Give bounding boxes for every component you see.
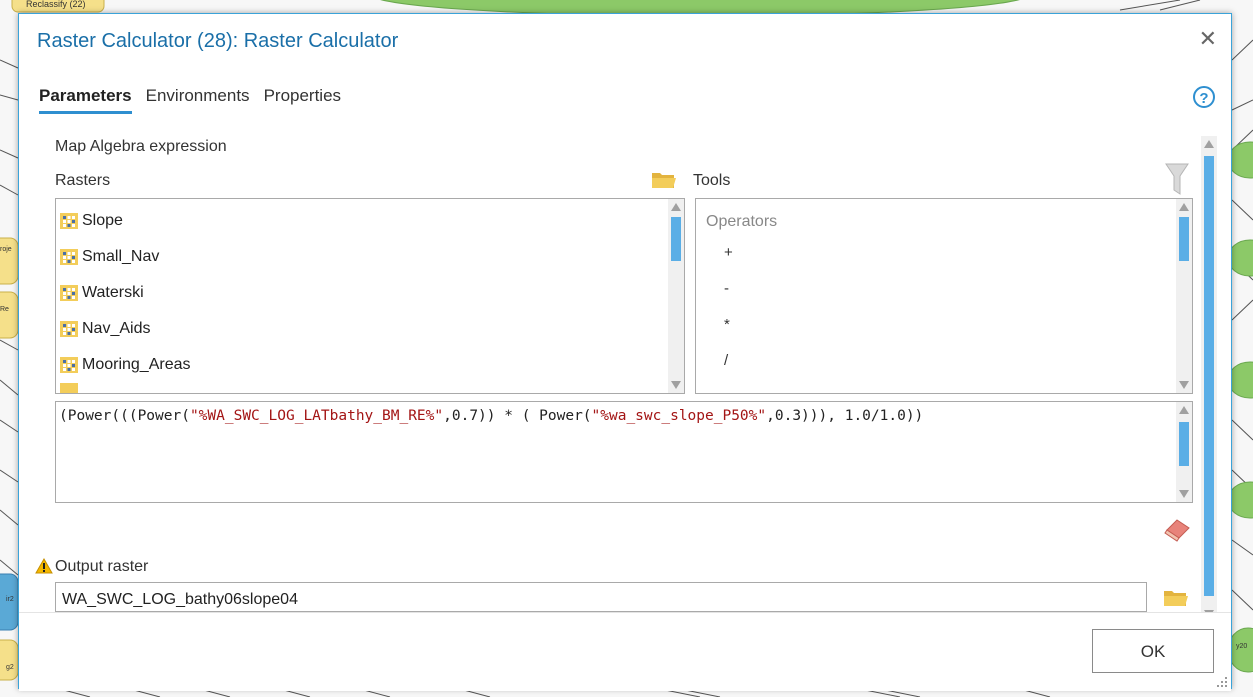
model-node-label: ir2	[6, 596, 14, 603]
dialog-title: Raster Calculator (28): Raster Calculato…	[37, 30, 399, 52]
folder-icon[interactable]	[1163, 588, 1189, 608]
model-node-yellow	[0, 237, 19, 285]
scroll-down-icon[interactable]	[1179, 490, 1189, 498]
expression-part: ,0.7)) * ( Power(	[443, 408, 592, 424]
tools-label: Tools	[693, 172, 731, 189]
tab-environments[interactable]: Environments	[146, 86, 250, 114]
scroll-down-icon[interactable]	[671, 381, 681, 389]
raster-name: Small_Nav	[82, 248, 160, 265]
expression-string: "%WA_SWC_LOG_LATbathy_BM_RE%"	[189, 408, 444, 424]
model-node-yellow	[0, 639, 19, 681]
tools-list[interactable]: Operators + - * /	[695, 198, 1193, 394]
expression-text: (Power(((Power("%WA_SWC_LOG_LATbathy_BM_…	[59, 408, 923, 424]
rasters-list[interactable]: Slope Small_Nav Waterski Nav_Aids Moorin…	[55, 198, 685, 394]
model-node-label: g2	[6, 664, 14, 671]
model-node-label: Re	[0, 306, 9, 313]
tools-scrollbar[interactable]	[1176, 199, 1192, 393]
expression-scrollbar[interactable]	[1176, 402, 1192, 502]
list-item[interactable]: Mooring_Areas	[56, 347, 684, 383]
scroll-thumb[interactable]	[671, 217, 681, 261]
expression-part: ,0.3))), 1.0/1.0))	[766, 408, 924, 424]
raster-dataset-icon	[60, 357, 78, 373]
scroll-down-icon[interactable]	[1179, 381, 1189, 389]
expression-textbox[interactable]: (Power(((Power("%WA_SWC_LOG_LATbathy_BM_…	[55, 401, 1193, 503]
eraser-icon[interactable]	[1163, 516, 1191, 542]
raster-dataset-icon	[60, 213, 78, 229]
operator-plus[interactable]: +	[696, 235, 1192, 271]
list-item[interactable]	[56, 383, 684, 393]
dialog-scrollbar[interactable]	[1201, 136, 1217, 618]
scroll-thumb[interactable]	[1179, 422, 1189, 466]
operators-header: Operators	[706, 213, 778, 230]
raster-name: Mooring_Areas	[82, 356, 191, 373]
operator-minus[interactable]: -	[696, 271, 1192, 307]
resize-grip-icon[interactable]	[1214, 674, 1228, 688]
expression-string: "%wa_swc_slope_P50%"	[591, 408, 767, 424]
raster-name: Waterski	[82, 284, 144, 301]
tab-bar: Parameters Environments Properties	[39, 86, 341, 114]
scroll-up-icon[interactable]	[1204, 140, 1214, 148]
list-item[interactable]: Nav_Aids	[56, 311, 684, 347]
raster-dataset-icon	[60, 249, 78, 265]
scroll-thumb[interactable]	[1179, 217, 1189, 261]
warning-icon	[35, 558, 53, 574]
folder-icon[interactable]	[651, 170, 677, 190]
scroll-thumb[interactable]	[1204, 156, 1214, 596]
output-raster-label: Output raster	[55, 558, 149, 575]
ok-button[interactable]: OK	[1092, 629, 1214, 673]
scroll-up-icon[interactable]	[1179, 203, 1189, 211]
expression-label: Map Algebra expression	[55, 138, 227, 155]
raster-name: Slope	[82, 212, 123, 229]
help-icon[interactable]: ?	[1193, 86, 1215, 108]
rasters-scrollbar[interactable]	[668, 199, 684, 393]
list-item[interactable]: Slope	[56, 203, 684, 239]
reclassify-node-label[interactable]: Reclassify (22)	[26, 0, 86, 9]
scroll-up-icon[interactable]	[671, 203, 681, 211]
model-node-label: y20	[1236, 643, 1248, 650]
rasters-label: Rasters	[55, 172, 111, 189]
close-icon: ✕	[1198, 26, 1217, 51]
operator-multiply[interactable]: *	[696, 307, 1192, 343]
expression-part: (Power(((Power(	[59, 408, 190, 424]
close-button[interactable]: ✕	[1199, 28, 1217, 50]
operator-divide[interactable]: /	[696, 343, 1192, 379]
list-item[interactable]: Waterski	[56, 275, 684, 311]
raster-dataset-icon	[60, 321, 78, 337]
raster-calculator-dialog: Raster Calculator (28): Raster Calculato…	[18, 13, 1232, 691]
raster-dataset-icon	[60, 383, 78, 393]
scroll-up-icon[interactable]	[1179, 406, 1189, 414]
tab-properties[interactable]: Properties	[264, 86, 341, 114]
model-node-label: roje	[0, 246, 12, 253]
list-item[interactable]: Small_Nav	[56, 239, 684, 275]
tab-parameters[interactable]: Parameters	[39, 86, 132, 114]
model-node-yellow	[0, 291, 19, 339]
filter-icon[interactable]	[1165, 162, 1189, 196]
output-raster-input[interactable]: WA_SWC_LOG_bathy06slope04	[55, 582, 1147, 612]
raster-name: Nav_Aids	[82, 320, 151, 337]
dialog-footer: OK	[19, 612, 1231, 691]
raster-dataset-icon	[60, 285, 78, 301]
